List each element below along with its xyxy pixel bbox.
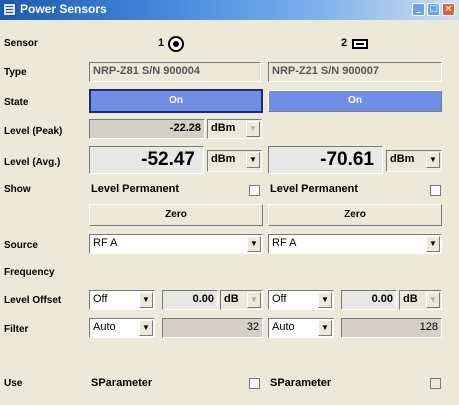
sensor-1-level-avg: -52.47 [89, 146, 204, 174]
sensor-2-zero-button[interactable]: Zero [268, 204, 442, 226]
sensor-1-filter-value: 32 [162, 318, 263, 338]
maximize-icon[interactable]: □ [427, 3, 440, 16]
sensor-2-use-checkbox[interactable] [430, 378, 441, 389]
chevron-down-icon[interactable]: ▼ [246, 152, 260, 168]
offset-mode-value: Off [93, 293, 108, 305]
sensor-2-offset-value[interactable]: 0.00 [341, 290, 397, 310]
sensor-1-zero-button[interactable]: Zero [89, 204, 263, 226]
label-frequency: Frequency [4, 267, 55, 278]
sensor-1-use-label: SParameter [91, 377, 153, 389]
label-type: Type [4, 67, 27, 78]
sensor-2-offset-unit[interactable]: dB ▼ [399, 290, 442, 310]
chevron-down-icon[interactable]: ▼ [139, 320, 153, 336]
sensor-2-show-checkbox[interactable] [430, 185, 441, 196]
label-level-peak: Level (Peak) [4, 126, 63, 137]
power-sensors-window: Power Sensors _ □ × Sensor Type State Le… [0, 0, 459, 405]
unit-label: dB [224, 293, 239, 305]
sensor-1-filter-mode[interactable]: Auto ▼ [89, 318, 155, 338]
sensor-1-level-peak-unit[interactable]: dBm ▼ [207, 119, 262, 139]
window-menu-icon[interactable] [3, 3, 16, 16]
sensor-2-source-select[interactable]: RF A ▼ [268, 234, 442, 254]
unit-label: dBm [211, 153, 236, 165]
chevron-down-icon[interactable]: ▼ [318, 320, 332, 336]
sensor-1-use-checkbox[interactable] [249, 378, 260, 389]
sensor-1-level-peak: -22.28 [89, 119, 205, 139]
sensor-2-level-avg: -70.61 [268, 146, 383, 174]
sensor-1-number: 1 [158, 37, 165, 49]
unit-label: dB [403, 293, 418, 305]
chevron-down-icon[interactable]: ▼ [318, 292, 332, 308]
window-title: Power Sensors [20, 2, 107, 16]
source-value: RF A [272, 237, 297, 249]
close-icon[interactable]: × [442, 3, 455, 16]
offset-mode-value: Off [272, 293, 287, 305]
sensor-1-offset-unit[interactable]: dB ▼ [220, 290, 263, 310]
minimize-icon[interactable]: _ [412, 3, 425, 16]
sensor-1-state-button[interactable]: On [89, 89, 263, 113]
label-show: Show [4, 184, 31, 195]
sensor-2-type: NRP-Z21 S/N 900007 [268, 62, 442, 82]
plug-icon [352, 39, 368, 49]
sensor-1-level-avg-unit[interactable]: dBm ▼ [207, 150, 262, 172]
label-level-offset: Level Offset [4, 295, 62, 306]
sensor-2-number: 2 [341, 37, 348, 49]
sensor-2-offset-mode[interactable]: Off ▼ [268, 290, 334, 310]
chevron-down-icon[interactable]: ▼ [247, 292, 261, 308]
label-sensor: Sensor [4, 38, 38, 49]
filter-mode-value: Auto [93, 321, 116, 333]
chevron-down-icon[interactable]: ▼ [426, 236, 440, 252]
sensor-1-offset-mode[interactable]: Off ▼ [89, 290, 155, 310]
sensor-2-use-label: SParameter [270, 377, 332, 389]
source-value: RF A [93, 237, 118, 249]
title-bar[interactable]: Power Sensors _ □ × [0, 0, 459, 20]
knob-icon [168, 36, 184, 52]
label-use: Use [4, 378, 23, 389]
chevron-down-icon[interactable]: ▼ [246, 121, 260, 137]
sensor-1-show-checkbox[interactable] [249, 185, 260, 196]
sensor-1-offset-value[interactable]: 0.00 [162, 290, 218, 310]
sensor-2-filter-value: 128 [341, 318, 442, 338]
chevron-down-icon[interactable]: ▼ [139, 292, 153, 308]
sensor-2-state-button[interactable]: On [268, 90, 442, 112]
chevron-down-icon[interactable]: ▼ [426, 152, 440, 168]
label-filter: Filter [4, 324, 29, 335]
label-state: State [4, 97, 29, 108]
unit-label: dBm [211, 122, 236, 134]
chevron-down-icon[interactable]: ▼ [426, 292, 440, 308]
sensor-2-filter-mode[interactable]: Auto ▼ [268, 318, 334, 338]
sensor-1-type: NRP-Z81 S/N 900004 [89, 62, 261, 82]
sensor-1-show-label: Level Permanent [91, 183, 180, 195]
sensor-1-source-select[interactable]: RF A ▼ [89, 234, 263, 254]
label-level-avg: Level (Avg.) [4, 157, 61, 168]
sensor-2-show-label: Level Permanent [270, 183, 359, 195]
filter-mode-value: Auto [272, 321, 295, 333]
unit-label: dBm [390, 153, 415, 165]
sensor-2-level-avg-unit[interactable]: dBm ▼ [386, 150, 442, 172]
label-source: Source [4, 240, 38, 251]
chevron-down-icon[interactable]: ▼ [247, 236, 261, 252]
